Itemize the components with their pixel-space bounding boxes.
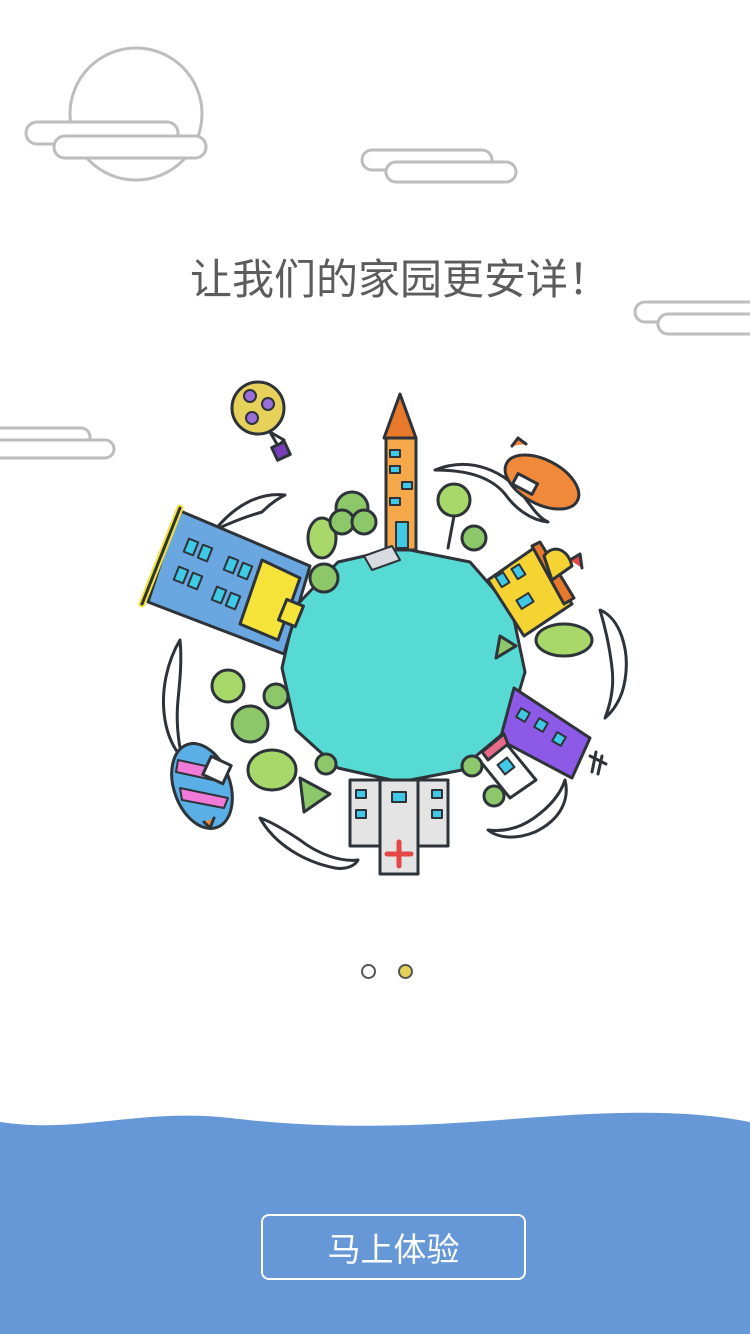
start-experience-button[interactable]: 马上体验 bbox=[261, 1214, 526, 1280]
onboarding-screen: 让我们的家园更安详！ 马上体验 bbox=[0, 0, 750, 1334]
tower-icon bbox=[382, 392, 418, 552]
planet-illustration bbox=[138, 380, 628, 876]
page-dot-1[interactable] bbox=[361, 964, 376, 979]
hospital-icon bbox=[348, 778, 450, 876]
hot-air-balloon-icon bbox=[230, 380, 292, 462]
blimp-icon bbox=[503, 436, 581, 511]
apartment-building-icon bbox=[138, 504, 312, 656]
moon-icon bbox=[68, 46, 204, 182]
headline: 让我们的家园更安详！ bbox=[189, 255, 610, 304]
cloud-middle-icon bbox=[360, 148, 518, 184]
page-indicator bbox=[360, 964, 420, 984]
striped-blimp-icon bbox=[170, 742, 234, 830]
cloud-far-left-icon bbox=[0, 426, 116, 460]
page-dot-2-active[interactable] bbox=[398, 964, 413, 979]
headline-container: 让我们的家园更安详！ bbox=[0, 252, 750, 312]
